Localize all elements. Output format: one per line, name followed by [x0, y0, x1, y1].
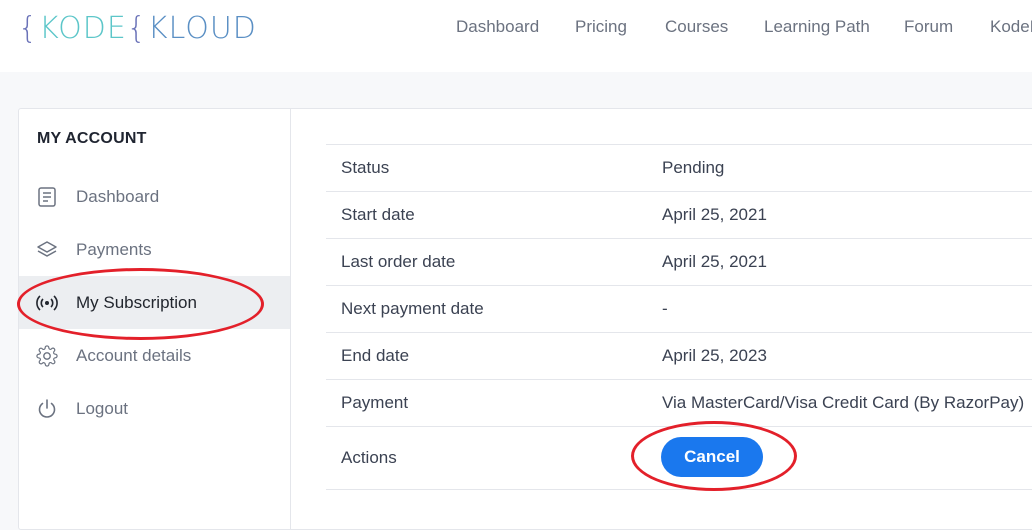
nav-forum[interactable]: Forum — [904, 17, 953, 37]
row-value: - — [662, 299, 668, 318]
row-value: Pending — [662, 158, 725, 177]
nav-kodekloud[interactable]: KodeKl — [990, 17, 1032, 37]
sidebar-item-label: Account details — [76, 345, 192, 365]
table-row-end-date: End date April 25, 2023 — [326, 333, 1032, 380]
sidebar-item-my-subscription[interactable]: My Subscription — [19, 276, 290, 329]
row-label: Payment — [341, 393, 409, 412]
document-icon — [36, 186, 58, 208]
sidebar-title: MY ACCOUNT — [37, 130, 147, 147]
broadcast-icon — [36, 292, 58, 314]
sidebar-item-label: Logout — [76, 398, 128, 418]
sidebar-item-payments[interactable]: Payments — [19, 223, 290, 276]
sidebar-item-label: Dashboard — [76, 186, 160, 206]
table-row-start-date: Start date April 25, 2021 — [326, 192, 1032, 239]
row-value: April 25, 2021 — [662, 205, 767, 224]
row-label: Next payment date — [341, 299, 484, 318]
table-row-last-order-date: Last order date April 25, 2021 — [326, 239, 1032, 286]
cancel-subscription-button[interactable]: Cancel — [661, 437, 763, 477]
power-icon — [36, 398, 58, 420]
row-label: Status — [341, 158, 390, 177]
layers-icon — [36, 239, 58, 261]
account-card: MY ACCOUNT Dashboard Payments My Subscri… — [18, 108, 1032, 530]
sidebar-item-dashboard[interactable]: Dashboard — [19, 170, 290, 223]
top-navbar: {KODE{KLOUD Dashboard Pricing Courses Le… — [0, 0, 1032, 72]
row-label: End date — [341, 346, 410, 365]
table-row-status: Status Pending — [326, 144, 1032, 192]
subscription-details-table: Status Pending Start date April 25, 2021… — [326, 144, 1032, 490]
nav-dashboard[interactable]: Dashboard — [456, 17, 539, 37]
table-row-actions: Actions Cancel — [326, 427, 1032, 490]
row-value: April 25, 2021 — [662, 252, 767, 271]
nav-courses[interactable]: Courses — [665, 17, 728, 37]
sidebar-item-logout[interactable]: Logout — [19, 382, 290, 435]
row-value: Via MasterCard/Visa Credit Card (By Razo… — [662, 393, 1025, 412]
nav-learning-path[interactable]: Learning Path — [764, 17, 870, 37]
table-row-payment: Payment Via MasterCard/Visa Credit Card … — [326, 380, 1032, 427]
gear-icon — [36, 344, 58, 367]
kodekloud-logo[interactable]: {KODE{KLOUD — [18, 9, 257, 47]
row-value: April 25, 2023 — [662, 346, 767, 365]
sidebar-item-label: My Subscription — [76, 292, 197, 312]
account-sidebar: MY ACCOUNT Dashboard Payments My Subscri… — [19, 109, 291, 529]
row-label: Last order date — [341, 252, 456, 271]
sidebar-item-account-details[interactable]: Account details — [19, 329, 290, 382]
row-label: Start date — [341, 205, 415, 224]
nav-pricing[interactable]: Pricing — [575, 17, 627, 37]
row-label: Actions — [341, 448, 397, 467]
table-row-next-payment-date: Next payment date - — [326, 286, 1032, 333]
sidebar-item-label: Payments — [76, 239, 152, 259]
